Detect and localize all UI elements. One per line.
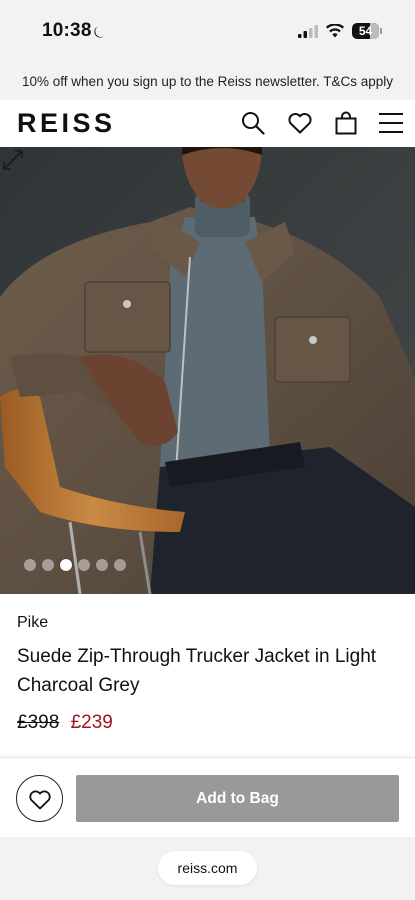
original-price: £398 bbox=[17, 712, 60, 733]
battery-indicator: 54 bbox=[352, 23, 382, 39]
search-icon[interactable] bbox=[240, 110, 266, 136]
status-bar: 10:38 54 bbox=[0, 0, 415, 64]
address-bar[interactable]: reiss.com bbox=[158, 851, 257, 885]
gallery-dot[interactable] bbox=[60, 559, 72, 571]
heart-icon bbox=[29, 790, 51, 810]
site-header: REISS bbox=[0, 100, 415, 147]
product-brand[interactable]: Pike bbox=[17, 614, 48, 632]
moon-icon bbox=[94, 26, 106, 38]
purchase-bar: Add to Bag bbox=[0, 757, 415, 837]
gallery-dot[interactable] bbox=[114, 559, 126, 571]
product-image[interactable] bbox=[0, 147, 415, 594]
wishlist-button[interactable] bbox=[16, 775, 63, 822]
heart-icon[interactable] bbox=[287, 110, 313, 136]
gallery-dot[interactable] bbox=[42, 559, 54, 571]
price-row: £398 £239 bbox=[17, 712, 113, 734]
promo-banner[interactable]: 10% off when you sign up to the Reiss ne… bbox=[0, 64, 415, 100]
gallery-dot[interactable] bbox=[78, 559, 90, 571]
product-title: Suede Zip-Through Trucker Jacket in Ligh… bbox=[17, 646, 377, 696]
wifi-icon bbox=[326, 24, 344, 38]
add-to-bag-button[interactable]: Add to Bag bbox=[76, 775, 399, 822]
menu-icon[interactable] bbox=[378, 110, 404, 136]
expand-icon[interactable] bbox=[0, 147, 26, 173]
cellular-signal-icon bbox=[298, 25, 318, 38]
sale-price: £239 bbox=[70, 712, 113, 733]
gallery-dot[interactable] bbox=[24, 559, 36, 571]
gallery-dots bbox=[24, 559, 126, 573]
gallery-dot[interactable] bbox=[96, 559, 108, 571]
bag-icon[interactable] bbox=[333, 110, 359, 136]
model-photo bbox=[0, 147, 415, 594]
product-page: 10:38 54 10% off when you sign up to the… bbox=[0, 0, 415, 900]
battery-level: 54 bbox=[358, 24, 373, 38]
status-time: 10:38 bbox=[42, 20, 92, 41]
browser-toolbar: reiss.com bbox=[0, 837, 415, 900]
reiss-logo[interactable]: REISS bbox=[17, 108, 116, 138]
